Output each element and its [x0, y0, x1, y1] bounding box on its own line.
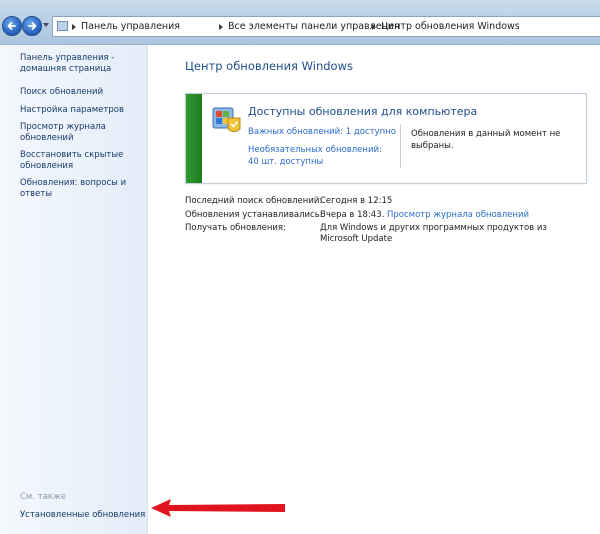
nav-link-view-history[interactable]: Просмотр журнала обновлений	[20, 122, 142, 144]
breadcrumb-chevron-icon[interactable]	[72, 24, 76, 30]
nav-link-check-updates[interactable]: Поиск обновлений	[20, 87, 142, 98]
windows-update-shield-icon	[212, 107, 241, 132]
forward-arrow-icon	[28, 22, 37, 30]
installed-value: Вчера в 18:43.	[320, 210, 385, 220]
status-heading: Доступны обновления для компьютера	[248, 105, 478, 118]
address-bar[interactable]: Панель управления Все элементы панели уп…	[52, 16, 600, 37]
status-color-stripe	[186, 94, 202, 183]
installed-label: Обновления устанавливались:	[185, 210, 323, 220]
last-search-value: Сегодня в 12:15	[320, 196, 393, 206]
installed-updates-link[interactable]: Установленные обновления	[20, 510, 145, 520]
status-divider	[400, 124, 401, 168]
breadcrumb-windows-update[interactable]: Центр обновления Windows	[381, 21, 520, 32]
see-also-heading: См. также	[20, 492, 66, 502]
nav-link-restore-hidden[interactable]: Восстановить скрытые обновления	[20, 150, 142, 172]
nav-link-faq[interactable]: Обновления: вопросы и ответы	[20, 178, 142, 200]
back-arrow-icon	[7, 22, 16, 30]
receive-updates-value: Для Windows и других программных продукт…	[320, 223, 547, 244]
page-title: Центр обновления Windows	[185, 59, 353, 73]
installed-value-row: Вчера в 18:43. Просмотр журнала обновлен…	[320, 210, 529, 220]
breadcrumb-control-panel[interactable]: Панель управления	[81, 21, 180, 32]
history-link[interactable]: Просмотр журнала обновлений	[387, 210, 529, 220]
breadcrumb-chevron-icon[interactable]	[372, 24, 376, 30]
update-status-panel: Доступны обновления для компьютера Важны…	[185, 93, 587, 184]
forward-button[interactable]	[22, 16, 42, 36]
last-search-label: Последний поиск обновлений:	[185, 196, 323, 206]
address-toolbar: Панель управления Все элементы панели уп…	[0, 0, 600, 45]
back-button[interactable]	[2, 16, 22, 36]
nav-link-change-settings[interactable]: Настройка параметров	[20, 105, 142, 116]
control-panel-icon	[57, 21, 68, 31]
left-navigation-pane: Панель управления - домашняя страница По…	[0, 45, 148, 534]
breadcrumb-chevron-icon[interactable]	[219, 24, 223, 30]
important-updates-link[interactable]: Важных обновлений: 1 доступно	[248, 127, 396, 137]
red-pointer-arrow-icon	[151, 499, 285, 517]
optional-updates-link[interactable]: Необязательных обновлений: 40 шт. доступ…	[248, 144, 388, 168]
receive-updates-label: Получать обновления:	[185, 223, 286, 233]
nav-link-control-panel-home[interactable]: Панель управления - домашняя страница	[20, 53, 142, 75]
recent-pages-dropdown[interactable]	[43, 23, 49, 27]
selection-status-text: Обновления в данный момент не выбраны.	[411, 129, 561, 151]
